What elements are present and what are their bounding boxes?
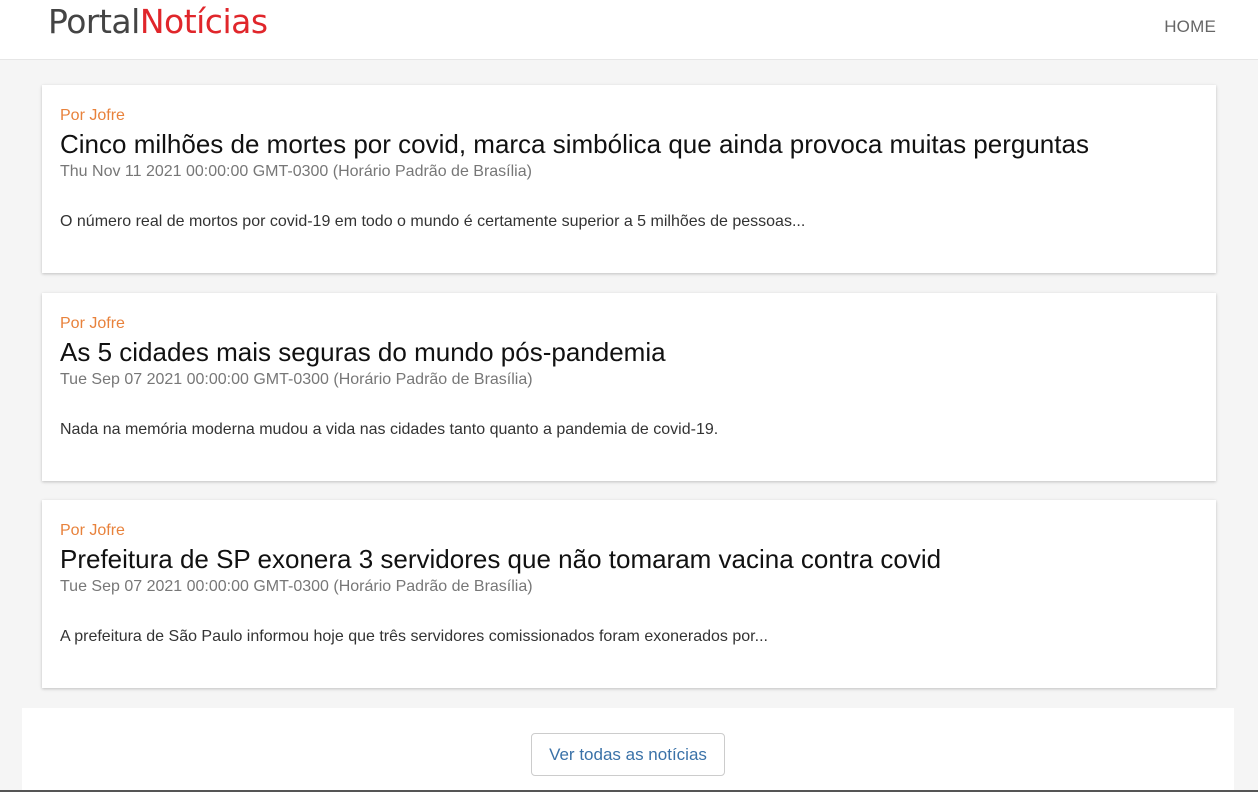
brand-logo[interactable]: PortalNotícias	[48, 2, 268, 42]
article-date: Tue Sep 07 2021 00:00:00 GMT-0300 (Horár…	[60, 578, 533, 595]
article-date: Tue Sep 07 2021 00:00:00 GMT-0300 (Horár…	[60, 371, 533, 388]
news-card[interactable]: Por Jofre Prefeitura de SP exonera 3 ser…	[42, 500, 1216, 688]
nav-home-link[interactable]: HOME	[1164, 17, 1216, 37]
article-title[interactable]: Cinco milhões de mortes por covid, marca…	[60, 128, 1198, 160]
news-card[interactable]: Por Jofre Cinco milhões de mortes por co…	[42, 85, 1216, 273]
article-summary: A prefeitura de São Paulo informou hoje …	[60, 628, 768, 645]
navbar: PortalNotícias HOME	[0, 0, 1258, 60]
footer-panel: Ver todas as notícias	[22, 708, 1234, 792]
article-summary: O número real de mortos por covid-19 em …	[60, 213, 806, 230]
brand-text-noticias: Notícias	[139, 2, 268, 41]
article-author: Por Jofre	[60, 522, 125, 539]
news-card[interactable]: Por Jofre As 5 cidades mais seguras do m…	[42, 293, 1216, 481]
article-author: Por Jofre	[60, 107, 125, 124]
view-all-news-button[interactable]: Ver todas as notícias	[531, 733, 725, 776]
article-summary: Nada na memória moderna mudou a vida nas…	[60, 421, 719, 438]
article-title[interactable]: Prefeitura de SP exonera 3 servidores qu…	[60, 543, 1198, 575]
article-title[interactable]: As 5 cidades mais seguras do mundo pós-p…	[60, 336, 1198, 368]
article-date: Thu Nov 11 2021 00:00:00 GMT-0300 (Horár…	[60, 163, 532, 180]
article-author: Por Jofre	[60, 315, 125, 332]
brand-text-portal: Portal	[48, 2, 140, 41]
